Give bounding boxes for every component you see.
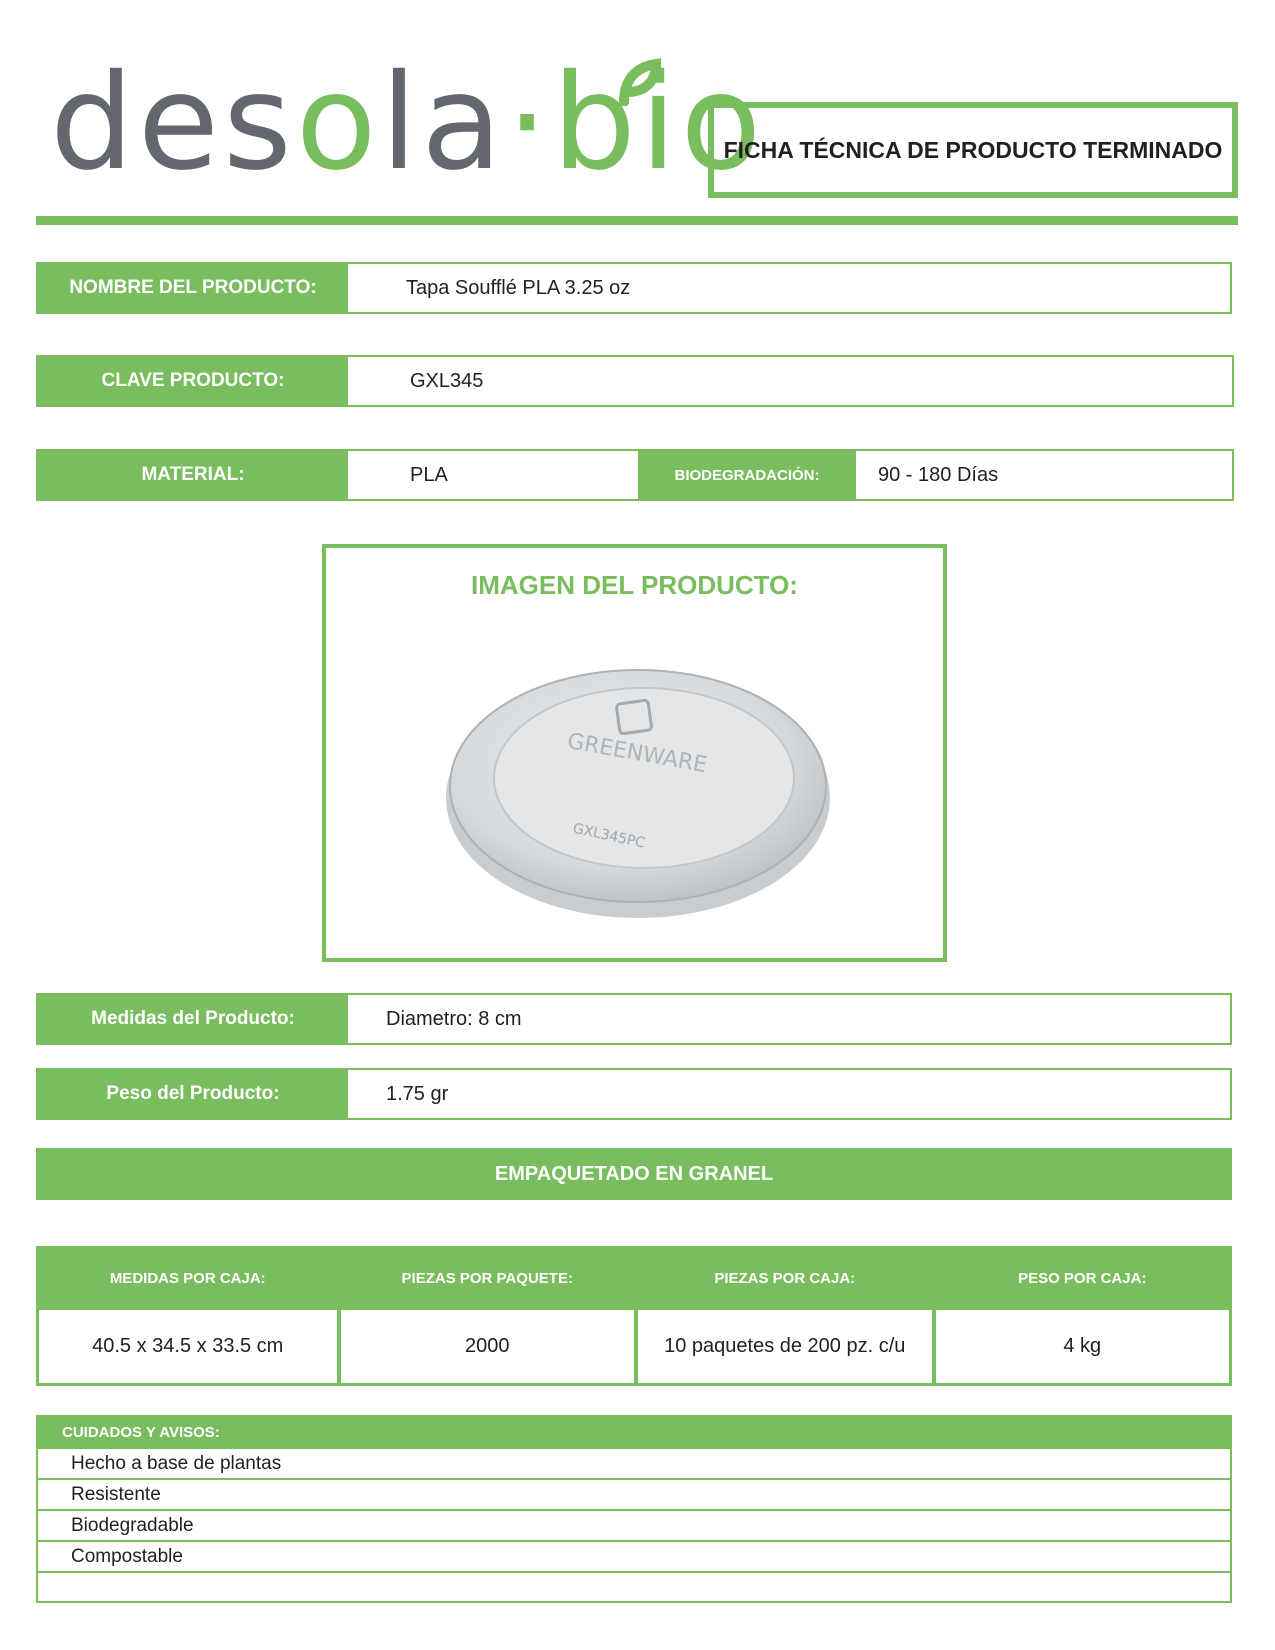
product-code-row: CLAVE PRODUCTO: GXL345 [36,355,1234,407]
product-image: GREENWARE GXL345PC [446,669,830,918]
care-notes-title: CUIDADOS Y AVISOS: [38,1417,1230,1447]
product-weight-value: 1.75 gr [386,1082,449,1105]
product-size-row: Medidas del Producto: Diametro: 8 cm [36,993,1232,1045]
list-item: Biodegradable [38,1509,1230,1540]
biodegradation-value: 90 - 180 Días [878,463,999,486]
product-size-value: Diametro: 8 cm [386,1007,522,1030]
list-item: Hecho a base de plantas [38,1447,1230,1478]
list-item: Compostable [38,1540,1230,1571]
material-label: MATERIAL: [38,451,348,499]
material-value: PLA [410,463,448,486]
biodegradation-label: BIODEGRADACIÓN: [638,451,856,499]
product-name-label: NOMBRE DEL PRODUCTO: [38,264,348,312]
product-image-frame: IMAGEN DEL PRODUCTO: GREENWARE GXL345PC [322,544,947,962]
product-code-label: CLAVE PRODUCTO: [38,357,348,405]
list-item: Resistente [38,1478,1230,1509]
packaging-value-box-weight: 4 kg [931,1307,1229,1383]
header-divider [36,216,1238,225]
document-title: FICHA TÉCNICA DE PRODUCTO TERMINADO [708,102,1238,198]
product-name-value: Tapa Soufflé PLA 3.25 oz [406,276,631,299]
product-image-title: IMAGEN DEL PRODUCTO: [471,570,798,600]
logo-text-grey-2: la [380,46,507,200]
logo-text-green: o [295,46,381,200]
packaging-header-pieces-per-box: PIEZAS POR CAJA: [634,1249,932,1307]
product-weight-label: Peso del Producto: [38,1070,348,1118]
product-code-value: GXL345 [410,369,484,392]
packaging-header-box-size: MEDIDAS POR CAJA: [39,1249,337,1307]
packaging-header-box-weight: PESO POR CAJA: [931,1249,1229,1307]
product-name-row: NOMBRE DEL PRODUCTO: Tapa Soufflé PLA 3.… [36,262,1232,314]
packaging-value-pieces-per-pack: 2000 [336,1307,634,1383]
material-row: MATERIAL: PLA BIODEGRADACIÓN: 90 - 180 D… [36,449,1234,501]
leaf-icon [619,58,662,106]
packaging-value-pieces-per-box: 10 paquetes de 200 pz. c/u [634,1307,932,1383]
product-size-label: Medidas del Producto: [38,995,348,1043]
product-weight-row: Peso del Producto: 1.75 gr [36,1068,1232,1120]
list-item [38,1571,1230,1602]
packaging-table: MEDIDAS POR CAJA: PIEZAS POR PAQUETE: PI… [36,1246,1232,1386]
care-notes: CUIDADOS Y AVISOS: Hecho a base de plant… [36,1415,1232,1603]
packaging-banner: EMPAQUETADO EN GRANEL [36,1148,1232,1200]
packaging-header-pieces-per-pack: PIEZAS POR PAQUETE: [336,1249,634,1307]
packaging-value-box-size: 40.5 x 34.5 x 33.5 cm [39,1307,337,1383]
logo-text-grey: des [50,46,296,200]
